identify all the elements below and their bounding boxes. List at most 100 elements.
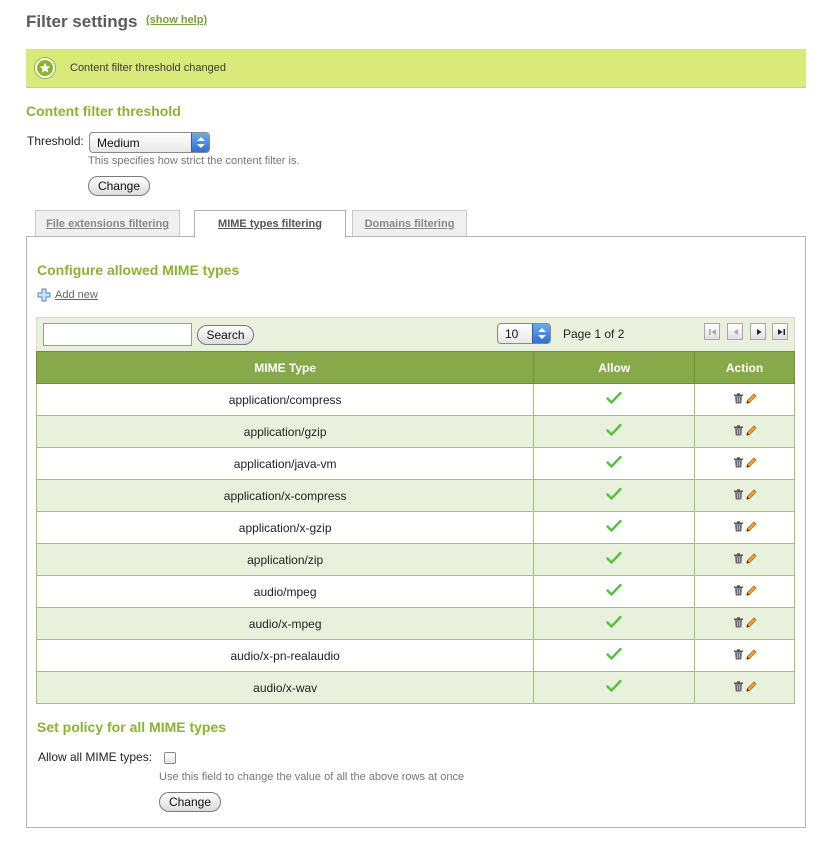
checkmark-icon xyxy=(606,391,622,408)
page-info: Page 1 of 2 xyxy=(563,327,625,341)
edit-pencil-icon[interactable] xyxy=(745,648,757,663)
action-cell xyxy=(694,415,795,448)
change-policy-button[interactable]: Change xyxy=(159,792,221,812)
change-threshold-button[interactable]: Change xyxy=(88,176,150,196)
mime-type-cell: audio/x-wav xyxy=(35,671,535,704)
edit-pencil-icon[interactable] xyxy=(745,584,757,599)
table-row: audio/mpeg xyxy=(35,575,795,608)
edit-pencil-icon[interactable] xyxy=(745,456,757,471)
trash-icon[interactable] xyxy=(733,488,744,503)
checkmark-icon xyxy=(606,487,622,504)
threshold-hint: This specifies how strict the content fi… xyxy=(88,155,300,167)
last-page-icon[interactable] xyxy=(772,323,788,340)
table-row: application/compress xyxy=(35,383,795,416)
action-cell xyxy=(694,543,795,576)
trash-icon[interactable] xyxy=(733,584,744,599)
search-button[interactable]: Search xyxy=(197,325,254,345)
page-title: Filter settings xyxy=(26,12,138,31)
allow-cell xyxy=(533,671,696,704)
checkmark-icon xyxy=(606,615,622,632)
configure-mime-heading: Configure allowed MIME types xyxy=(37,262,240,278)
edit-pencil-icon[interactable] xyxy=(745,552,757,567)
rows-per-page-select[interactable]: 10 xyxy=(497,323,551,344)
edit-pencil-icon[interactable] xyxy=(745,680,757,695)
mime-type-cell: audio/x-mpeg xyxy=(35,607,535,640)
rows-per-page-value: 10 xyxy=(505,327,519,341)
allow-cell xyxy=(533,511,696,544)
mime-type-cell: application/java-vm xyxy=(35,447,535,480)
allow-all-label: Allow all MIME types: xyxy=(38,750,153,764)
tab-mime-types[interactable]: MIME types filtering xyxy=(194,210,346,238)
allow-cell xyxy=(533,639,696,672)
trash-icon[interactable] xyxy=(733,424,744,439)
edit-pencil-icon[interactable] xyxy=(745,392,757,407)
policy-heading: Set policy for all MIME types xyxy=(37,719,227,735)
select-arrows-icon xyxy=(191,133,209,152)
allow-cell xyxy=(533,607,696,640)
action-cell xyxy=(694,447,795,480)
checkmark-icon xyxy=(606,423,622,440)
action-cell xyxy=(694,671,795,704)
trash-icon[interactable] xyxy=(733,552,744,567)
policy-hint: Use this field to change the value of al… xyxy=(159,771,465,783)
threshold-select[interactable]: Medium xyxy=(89,132,210,153)
trash-icon[interactable] xyxy=(733,456,744,471)
edit-pencil-icon[interactable] xyxy=(745,616,757,631)
trash-icon[interactable] xyxy=(733,392,744,407)
allow-cell xyxy=(533,479,696,512)
column-header-action: Action xyxy=(694,351,795,384)
allow-cell xyxy=(533,543,696,576)
checkmark-icon xyxy=(606,647,622,664)
checkmark-icon xyxy=(606,551,622,568)
action-cell xyxy=(694,511,795,544)
table-row: application/zip xyxy=(35,543,795,576)
mime-table: MIME Type Allow Action application/compr… xyxy=(35,351,795,704)
checkmark-icon xyxy=(606,583,622,600)
threshold-select-value: Medium xyxy=(97,136,140,150)
tab-domains[interactable]: Domains filtering xyxy=(352,210,467,237)
first-page-icon[interactable] xyxy=(704,323,720,340)
allow-cell xyxy=(533,575,696,608)
action-cell xyxy=(694,607,795,640)
notice-text: Content filter threshold changed xyxy=(70,62,226,74)
table-row: application/x-gzip xyxy=(35,511,795,544)
prev-page-icon[interactable] xyxy=(727,323,743,340)
action-cell xyxy=(694,479,795,512)
notice-banner: Content filter threshold changed xyxy=(26,49,806,88)
trash-icon[interactable] xyxy=(733,616,744,631)
action-cell xyxy=(694,575,795,608)
trash-icon[interactable] xyxy=(733,648,744,663)
add-plus-icon[interactable] xyxy=(37,288,51,305)
star-badge-icon xyxy=(35,58,55,78)
allow-all-checkbox[interactable] xyxy=(164,752,176,764)
table-row: audio/x-mpeg xyxy=(35,607,795,640)
table-row: application/gzip xyxy=(35,415,795,448)
trash-icon[interactable] xyxy=(733,680,744,695)
mime-type-cell: audio/x-pn-realaudio xyxy=(35,639,535,672)
mime-type-cell: audio/mpeg xyxy=(35,575,535,608)
show-help-link[interactable]: (show help) xyxy=(146,14,207,26)
table-row: application/java-vm xyxy=(35,447,795,480)
threshold-heading: Content filter threshold xyxy=(26,103,181,119)
tab-file-extensions[interactable]: File extensions filtering xyxy=(35,210,180,237)
edit-pencil-icon[interactable] xyxy=(745,424,757,439)
threshold-label: Threshold: xyxy=(27,134,84,148)
column-header-mime[interactable]: MIME Type xyxy=(35,351,535,384)
action-cell xyxy=(694,639,795,672)
table-row: audio/x-pn-realaudio xyxy=(35,639,795,672)
trash-icon[interactable] xyxy=(733,520,744,535)
checkmark-icon xyxy=(606,679,622,696)
table-header-row: MIME Type Allow Action xyxy=(35,351,795,384)
allow-cell xyxy=(533,383,696,416)
edit-pencil-icon[interactable] xyxy=(745,520,757,535)
column-header-allow[interactable]: Allow xyxy=(533,351,696,384)
edit-pencil-icon[interactable] xyxy=(745,488,757,503)
allow-cell xyxy=(533,415,696,448)
mime-type-cell: application/zip xyxy=(35,543,535,576)
table-row: application/x-compress xyxy=(35,479,795,512)
checkmark-icon xyxy=(606,455,622,472)
next-page-icon[interactable] xyxy=(750,323,766,340)
mime-type-cell: application/compress xyxy=(35,383,535,416)
add-new-link[interactable]: Add new xyxy=(55,289,98,301)
search-input[interactable] xyxy=(43,323,192,346)
